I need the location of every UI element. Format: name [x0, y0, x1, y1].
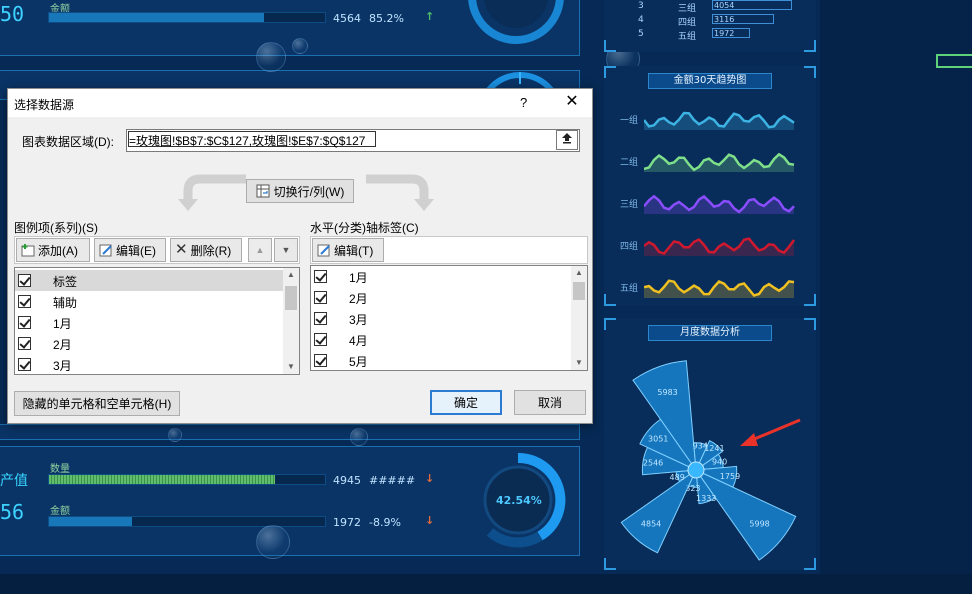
- series-list[interactable]: 标签 辅助 1月 2月 3月 ▲ ▼: [14, 267, 300, 375]
- edit-series-button[interactable]: 编辑(E): [94, 238, 166, 262]
- edit-axis-labels-label: 编辑(T): [334, 243, 374, 258]
- list-item[interactable]: 辅助: [15, 291, 299, 312]
- range-input[interactable]: =玫瑰图!$B$7:$C$127,玫瑰图!$E$7:$Q$127: [126, 129, 580, 152]
- ok-button[interactable]: 确定: [430, 390, 502, 415]
- checkbox[interactable]: [314, 312, 327, 325]
- move-up-button[interactable]: ▲: [248, 238, 272, 262]
- switch-row-column-button[interactable]: 切换行/列(W): [246, 179, 354, 203]
- category-name: 3月: [349, 313, 368, 327]
- list-item[interactable]: 2月: [311, 287, 587, 308]
- cancel-label: 取消: [537, 396, 562, 410]
- cancel-button[interactable]: 取消: [514, 390, 586, 415]
- edit-axis-labels-button[interactable]: 编辑(T): [312, 238, 384, 262]
- checkbox[interactable]: [314, 270, 327, 283]
- checkbox[interactable]: [18, 316, 31, 329]
- switch-rows-columns-icon: [256, 184, 270, 198]
- add-series-label: 添加(A): [38, 243, 78, 258]
- switch-right-arrow-icon: [366, 174, 434, 211]
- checkbox[interactable]: [314, 333, 327, 346]
- category-name: 4月: [349, 334, 368, 348]
- delete-series-button[interactable]: ✕ 删除(R): [170, 238, 242, 262]
- scroll-down-icon[interactable]: ▼: [283, 360, 299, 374]
- axis-section-label: 水平(分类)轴标签(C): [310, 221, 419, 235]
- edit-icon: [99, 244, 112, 257]
- move-down-icon: ▼: [281, 245, 291, 255]
- hidden-empty-cells-label: 隐藏的单元格和空单元格(H): [22, 397, 172, 411]
- list-item[interactable]: 2月: [15, 333, 299, 354]
- series-name: 1月: [53, 317, 72, 331]
- range-label: 图表数据区域(D):: [22, 135, 114, 149]
- delete-series-label: 删除(R): [190, 243, 232, 258]
- close-button[interactable]: ✕: [561, 92, 583, 112]
- series-scrollbar[interactable]: ▲ ▼: [283, 268, 299, 374]
- list-item[interactable]: 4月: [311, 329, 587, 350]
- category-list[interactable]: 1月 2月 3月 4月 5月 ▲ ▼: [310, 265, 588, 371]
- range-input-value: =玫瑰图!$B$7:$C$127,玫瑰图!$E$7:$Q$127: [129, 134, 366, 148]
- dialog-title: 选择数据源: [14, 98, 75, 112]
- list-item[interactable]: 3月: [311, 308, 587, 329]
- hidden-empty-cells-button[interactable]: 隐藏的单元格和空单元格(H): [14, 391, 180, 416]
- range-picker-button[interactable]: [556, 130, 578, 150]
- scroll-thumb[interactable]: [573, 282, 585, 300]
- checkbox[interactable]: [18, 358, 31, 371]
- category-name: 1月: [349, 271, 368, 285]
- list-item[interactable]: 3月: [15, 354, 299, 374]
- delete-icon: ✕: [175, 241, 188, 258]
- checkbox[interactable]: [18, 274, 31, 287]
- scroll-up-icon[interactable]: ▲: [283, 268, 299, 282]
- move-up-icon: ▲: [255, 245, 265, 255]
- scroll-thumb[interactable]: [285, 286, 297, 310]
- legend-section-label: 图例项(系列)(S): [14, 221, 98, 235]
- dialog-titlebar: [8, 89, 592, 117]
- series-name: 2月: [53, 338, 72, 352]
- list-item[interactable]: 1月: [15, 312, 299, 333]
- switch-left-arrow-icon: [178, 174, 246, 211]
- list-item[interactable]: 1月: [311, 266, 587, 287]
- category-name: 5月: [349, 355, 368, 369]
- edit-icon: [317, 244, 330, 257]
- checkbox[interactable]: [314, 291, 327, 304]
- add-icon: [21, 244, 35, 257]
- list-item[interactable]: 标签: [15, 270, 285, 291]
- scroll-down-icon[interactable]: ▼: [571, 356, 587, 370]
- series-name: 标签: [53, 275, 78, 289]
- series-name: 3月: [53, 359, 72, 373]
- collapse-icon: [562, 133, 572, 144]
- edit-series-label: 编辑(E): [116, 243, 156, 258]
- checkbox[interactable]: [18, 295, 31, 308]
- checkbox[interactable]: [314, 354, 327, 367]
- select-data-source-dialog: 选择数据源 ? ✕ 图表数据区域(D): =玫瑰图!$B$7:$C$127,玫瑰…: [7, 88, 593, 424]
- series-name: 辅助: [53, 296, 78, 310]
- move-down-button[interactable]: ▼: [274, 238, 298, 262]
- help-button[interactable]: ?: [520, 95, 527, 110]
- ok-label: 确定: [453, 396, 478, 410]
- scroll-up-icon[interactable]: ▲: [571, 266, 587, 280]
- add-series-button[interactable]: 添加(A): [16, 238, 90, 262]
- category-scrollbar[interactable]: ▲ ▼: [571, 266, 587, 370]
- switch-row-column-label: 切换行/列(W): [273, 184, 345, 199]
- list-item[interactable]: 5月: [311, 350, 587, 370]
- category-name: 2月: [349, 292, 368, 306]
- checkbox[interactable]: [18, 337, 31, 350]
